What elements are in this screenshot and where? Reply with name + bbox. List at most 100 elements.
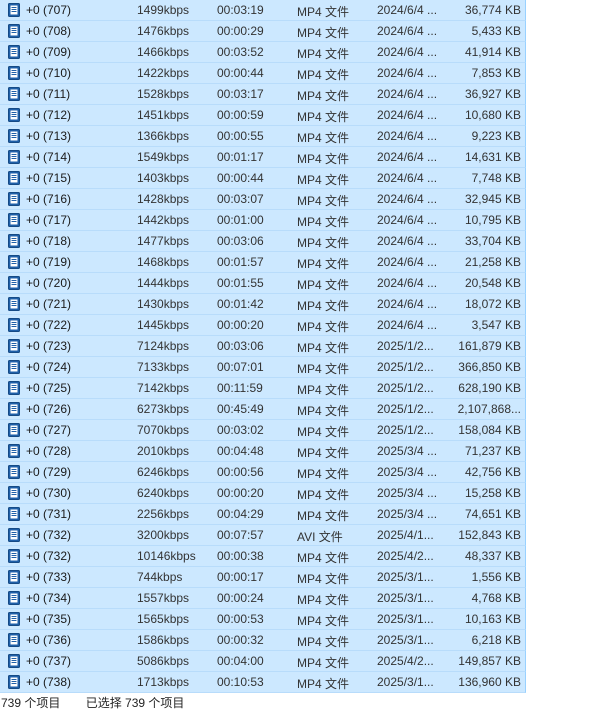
file-duration: 00:04:29 bbox=[217, 507, 264, 521]
video-file-icon bbox=[8, 654, 20, 668]
file-name: +0 (714) bbox=[26, 150, 72, 164]
file-date: 2025/3/4 ... bbox=[377, 507, 438, 521]
file-size: 42,756 KB bbox=[464, 465, 521, 479]
file-row[interactable]: +0 (719) 1468kbps 00:01:57 MP4 文件 2024/6/4 .… bbox=[0, 252, 526, 273]
file-type: MP4 文件 bbox=[297, 677, 350, 691]
file-row[interactable]: +0 (737) 5086kbps 00:04:00 MP4 文件 2025/4/2..… bbox=[0, 651, 526, 672]
file-row[interactable]: +0 (721) 1430kbps 00:01:42 MP4 文件 2024/6/4 .… bbox=[0, 294, 526, 315]
file-row[interactable]: +0 (728) 2010kbps 00:04:48 MP4 文件 2025/3/4 .… bbox=[0, 441, 526, 462]
file-size: 149,857 KB bbox=[458, 654, 521, 668]
video-file-icon bbox=[8, 213, 20, 227]
video-file-icon bbox=[8, 528, 20, 542]
file-row[interactable]: +0 (708) 1476kbps 00:00:29 MP4 文件 2024/6/4 .… bbox=[0, 21, 526, 42]
file-size: 15,258 KB bbox=[464, 486, 521, 500]
file-row[interactable]: +0 (738) 1713kbps 00:10:53 MP4 文件 2025/3/1..… bbox=[0, 672, 526, 693]
file-type: MP4 文件 bbox=[297, 572, 350, 586]
video-file-icon bbox=[8, 675, 20, 689]
file-size: 7,748 KB bbox=[471, 171, 521, 185]
file-bitrate: 10146kbps bbox=[137, 549, 196, 563]
file-row[interactable]: +0 (707) 1499kbps 00:03:19 MP4 文件 2024/6/4 .… bbox=[0, 0, 526, 21]
video-file-icon bbox=[8, 45, 20, 59]
file-size: 21,258 KB bbox=[464, 255, 521, 269]
file-bitrate: 1428kbps bbox=[137, 192, 190, 206]
file-row[interactable]: +0 (727) 7070kbps 00:03:02 MP4 文件 2025/1/2..… bbox=[0, 420, 526, 441]
file-row[interactable]: +0 (718) 1477kbps 00:03:06 MP4 文件 2024/6/4 .… bbox=[0, 231, 526, 252]
file-row[interactable]: +0 (724) 7133kbps 00:07:01 MP4 文件 2025/1/2..… bbox=[0, 357, 526, 378]
file-size: 74,651 KB bbox=[464, 507, 521, 521]
selected-count: 已选择 739 个项目 bbox=[85, 696, 185, 710]
file-name: +0 (717) bbox=[26, 213, 72, 227]
file-name: +0 (728) bbox=[26, 444, 72, 458]
file-row[interactable]: +0 (716) 1428kbps 00:03:07 MP4 文件 2024/6/4 .… bbox=[0, 189, 526, 210]
file-row[interactable]: +0 (735) 1565kbps 00:00:53 MP4 文件 2025/3/1..… bbox=[0, 609, 526, 630]
file-type: MP4 文件 bbox=[297, 26, 350, 40]
file-name: +0 (736) bbox=[26, 633, 72, 647]
file-row[interactable]: +0 (733) 744kbps 00:00:17 MP4 文件 2025/3/1...… bbox=[0, 567, 526, 588]
file-duration: 00:00:29 bbox=[217, 24, 264, 38]
file-row[interactable]: +0 (722) 1445kbps 00:00:20 MP4 文件 2024/6/4 .… bbox=[0, 315, 526, 336]
file-bitrate: 1476kbps bbox=[137, 24, 190, 38]
file-type: MP4 文件 bbox=[297, 404, 350, 418]
file-row[interactable]: +0 (711) 1528kbps 00:03:17 MP4 文件 2024/6/4 .… bbox=[0, 84, 526, 105]
file-row[interactable]: +0 (713) 1366kbps 00:00:55 MP4 文件 2024/6/4 .… bbox=[0, 126, 526, 147]
file-bitrate: 7070kbps bbox=[137, 423, 190, 437]
file-size: 7,853 KB bbox=[471, 66, 521, 80]
file-row[interactable]: +0 (731) 2256kbps 00:04:29 MP4 文件 2025/3/4 .… bbox=[0, 504, 526, 525]
video-file-icon bbox=[8, 171, 20, 185]
file-duration: 00:07:01 bbox=[217, 360, 264, 374]
file-row[interactable]: +0 (725) 7142kbps 00:11:59 MP4 文件 2025/1/2..… bbox=[0, 378, 526, 399]
file-row[interactable]: +0 (714) 1549kbps 00:01:17 MP4 文件 2024/6/4 .… bbox=[0, 147, 526, 168]
file-date: 2024/6/4 ... bbox=[377, 318, 438, 332]
file-bitrate: 1713kbps bbox=[137, 675, 190, 689]
file-date: 2025/3/4 ... bbox=[377, 444, 438, 458]
video-file-icon bbox=[8, 150, 20, 164]
file-name: +0 (707) bbox=[26, 3, 72, 17]
file-row[interactable]: +0 (723) 7124kbps 00:03:06 MP4 文件 2025/1/2..… bbox=[0, 336, 526, 357]
file-date: 2025/3/1... bbox=[377, 570, 434, 584]
file-duration: 00:00:59 bbox=[217, 108, 264, 122]
file-row[interactable]: +0 (732) 3200kbps 00:07:57 AVI 文件 2025/4/1..… bbox=[0, 525, 526, 546]
file-duration: 00:03:06 bbox=[217, 339, 264, 353]
file-bitrate: 1442kbps bbox=[137, 213, 190, 227]
file-row[interactable]: +0 (732) 10146kbps 00:00:38 MP4 文件 2025/4/2.… bbox=[0, 546, 526, 567]
file-duration: 00:11:59 bbox=[217, 381, 263, 395]
file-duration: 00:07:57 bbox=[217, 528, 264, 542]
file-type: MP4 文件 bbox=[297, 320, 350, 334]
file-bitrate: 5086kbps bbox=[137, 654, 190, 668]
file-name: +0 (734) bbox=[26, 591, 72, 605]
file-size: 158,084 KB bbox=[458, 423, 521, 437]
file-size: 9,223 KB bbox=[471, 129, 521, 143]
file-duration: 00:01:00 bbox=[217, 213, 264, 227]
file-row[interactable]: +0 (734) 1557kbps 00:00:24 MP4 文件 2025/3/1..… bbox=[0, 588, 526, 609]
file-name: +0 (716) bbox=[26, 192, 72, 206]
file-date: 2025/3/1... bbox=[377, 591, 434, 605]
file-row[interactable]: +0 (730) 6240kbps 00:00:20 MP4 文件 2025/3/4 .… bbox=[0, 483, 526, 504]
file-bitrate: 6240kbps bbox=[137, 486, 190, 500]
video-file-icon bbox=[8, 129, 20, 143]
file-type: MP4 文件 bbox=[297, 278, 350, 292]
file-name: +0 (737) bbox=[26, 654, 72, 668]
file-row[interactable]: +0 (710) 1422kbps 00:00:44 MP4 文件 2024/6/4 .… bbox=[0, 63, 526, 84]
file-duration: 00:00:55 bbox=[217, 129, 264, 143]
file-bitrate: 1468kbps bbox=[137, 255, 190, 269]
file-size: 152,843 KB bbox=[458, 528, 521, 542]
file-row[interactable]: +0 (715) 1403kbps 00:00:44 MP4 文件 2024/6/4 .… bbox=[0, 168, 526, 189]
file-row[interactable]: +0 (717) 1442kbps 00:01:00 MP4 文件 2024/6/4 .… bbox=[0, 210, 526, 231]
file-row[interactable]: +0 (709) 1466kbps 00:03:52 MP4 文件 2024/6/4 .… bbox=[0, 42, 526, 63]
file-row[interactable]: +0 (726) 6273kbps 00:45:49 MP4 文件 2025/1/2..… bbox=[0, 399, 526, 420]
file-name: +0 (732) bbox=[26, 528, 72, 542]
file-row[interactable]: +0 (736) 1586kbps 00:00:32 MP4 文件 2025/3/1..… bbox=[0, 630, 526, 651]
file-row[interactable]: +0 (712) 1451kbps 00:00:59 MP4 文件 2024/6/4 .… bbox=[0, 105, 526, 126]
file-size: 32,945 KB bbox=[464, 192, 521, 206]
file-duration: 00:10:53 bbox=[217, 675, 264, 689]
file-type: MP4 文件 bbox=[297, 215, 350, 229]
file-type: MP4 文件 bbox=[297, 488, 350, 502]
file-bitrate: 1444kbps bbox=[137, 276, 190, 290]
file-row[interactable]: +0 (729) 6246kbps 00:00:56 MP4 文件 2025/3/4 .… bbox=[0, 462, 526, 483]
file-bitrate: 3200kbps bbox=[137, 528, 190, 542]
file-bitrate: 1466kbps bbox=[137, 45, 190, 59]
file-row[interactable]: +0 (720) 1444kbps 00:01:55 MP4 文件 2024/6/4 .… bbox=[0, 273, 526, 294]
file-date: 2025/4/2... bbox=[377, 654, 434, 668]
file-size: 48,337 KB bbox=[464, 549, 521, 563]
file-name: +0 (732) bbox=[26, 549, 72, 563]
